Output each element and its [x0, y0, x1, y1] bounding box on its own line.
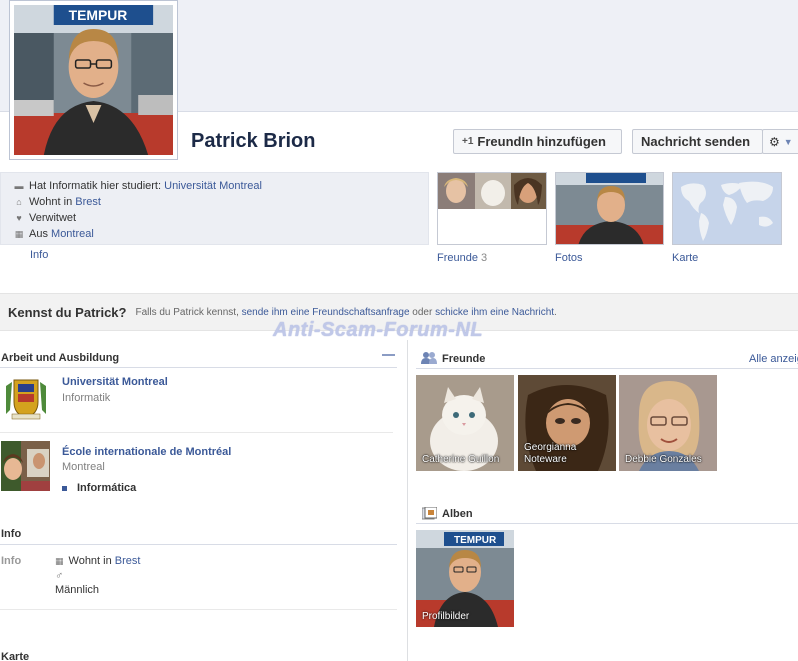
intro-box: ▬ Hat Informatik hier studiert: Universi…: [0, 172, 429, 245]
gender-text: Männlich: [55, 584, 100, 596]
know-question: Kennst du Patrick?: [8, 304, 127, 320]
graduation-cap-icon: ▬: [14, 181, 24, 191]
university-subtitle: Informatik: [62, 392, 111, 404]
add-friend-icon: +1: [462, 136, 474, 147]
friend-name-line1: Georgianna: [524, 442, 577, 453]
hometown-icon: ▦: [55, 555, 64, 566]
school-concentration: Informática: [62, 482, 136, 494]
hometown-icon: ▦: [14, 229, 24, 239]
add-friend-label: FreundIn hinzufügen: [477, 134, 606, 149]
school-title[interactable]: École internationale de Montréal: [62, 446, 231, 458]
add-friend-button[interactable]: +1 FreundIn hinzufügen: [453, 129, 622, 154]
profile-name: Patrick Brion: [191, 130, 316, 152]
info-bottom-divider: [0, 609, 397, 610]
watermark: Anti-Scam-Forum-NL: [273, 319, 484, 341]
map-thumbnail[interactable]: [672, 172, 782, 245]
concentration-text: Informática: [77, 482, 137, 494]
school-logo[interactable]: [1, 441, 50, 491]
photos-thumbnail[interactable]: [555, 172, 664, 245]
info-link[interactable]: Info: [30, 249, 48, 261]
info-lives: ▦ Wohnt in Brest: [55, 555, 140, 567]
map-heading: Karte: [1, 651, 30, 661]
friend-name: Georgianna Noteware: [524, 442, 576, 466]
friend-tile[interactable]: Catherine Guillon: [416, 375, 514, 471]
info-city-link[interactable]: Brest: [115, 555, 141, 567]
school-photo: [1, 441, 50, 491]
send-message-button[interactable]: Nachricht senden: [632, 129, 763, 154]
albums-divider: [416, 523, 798, 524]
collapse-icon[interactable]: [382, 354, 395, 356]
know-text: Falls du Patrick kennst, sende ihm eine …: [135, 307, 556, 318]
relationship-text: Verwitwet: [29, 212, 77, 224]
intro-lives-text: Wohnt in: [29, 196, 73, 208]
profile-picture[interactable]: TEMPUR: [9, 0, 178, 160]
intro-from-text: Aus: [29, 228, 48, 240]
friends-icon: [421, 351, 437, 364]
friends-collage: [438, 173, 546, 244]
university-logo[interactable]: [2, 374, 50, 422]
know-text-part-2: oder: [412, 306, 433, 318]
see-all-friends-link[interactable]: Alle anzeig: [749, 353, 798, 365]
albums-icon: [421, 506, 438, 520]
friend-name: Catherine Guillon: [422, 454, 500, 465]
university-link[interactable]: Universität Montreal: [164, 178, 262, 194]
settings-dropdown-button[interactable]: ⚙ ▼: [762, 129, 798, 154]
friends-heading: Freunde: [442, 353, 486, 365]
city-link[interactable]: Brest: [75, 194, 101, 210]
send-message-label: Nachricht senden: [641, 134, 751, 149]
friend-tile[interactable]: Debbie Gonzales: [619, 375, 717, 471]
info-lives-text: Wohnt in: [68, 555, 112, 567]
cover-brand-text: TEMPUR: [69, 7, 128, 23]
album-brand-text: TEMPUR: [454, 535, 497, 546]
friend-name-line2: Noteware: [524, 454, 567, 465]
work-education-heading: Arbeit und Ausbildung: [1, 352, 120, 364]
home-icon: ⌂: [16, 197, 22, 207]
male-icon: ♂: [55, 570, 64, 582]
album-name: Profilbilder: [422, 611, 470, 622]
world-map-preview: [673, 173, 781, 244]
intro-from: ▦ Aus Montreal: [14, 226, 428, 242]
gear-icon: ⚙: [769, 134, 780, 149]
hometown-link[interactable]: Montreal: [51, 226, 94, 242]
map-caption[interactable]: Karte: [672, 252, 698, 264]
friend-tile[interactable]: Georgianna Noteware: [518, 375, 616, 471]
friends-caption[interactable]: Freunde 3: [437, 252, 487, 264]
friends-count: 3: [481, 252, 488, 264]
column-divider: [407, 340, 408, 661]
intro-studied: ▬ Hat Informatik hier studiert: Universi…: [14, 178, 428, 194]
know-text-part-3: .: [554, 306, 557, 318]
university-title[interactable]: Universität Montreal: [62, 376, 168, 388]
profile-photo: TEMPUR: [14, 5, 173, 155]
friends-caption-label: Freunde: [437, 252, 478, 264]
entry-divider: [0, 432, 393, 433]
friend-request-link[interactable]: sende ihm eine Freundschaftsanfrage: [242, 307, 410, 318]
school-subtitle: Montreal: [62, 461, 105, 473]
intro-lives: ⌂ Wohnt in Brest: [14, 194, 428, 210]
friends-divider: [416, 368, 798, 369]
friends-icon-graphic: [421, 352, 437, 364]
album-tile[interactable]: TEMPUR Profilbilder: [416, 530, 514, 627]
bullet-icon: [62, 485, 67, 491]
heart-icon: ♥: [16, 213, 22, 223]
friends-thumbnail[interactable]: [437, 172, 547, 245]
chevron-down-icon: ▼: [783, 136, 793, 147]
albums-heading: Alben: [442, 508, 473, 520]
info-divider: [0, 544, 397, 545]
albums-icon-graphic: [421, 506, 438, 520]
intro-relationship: ♥ Verwitwet: [14, 210, 428, 226]
info-heading: Info: [1, 528, 22, 540]
message-link[interactable]: schicke ihm eine Nachricht: [435, 307, 554, 318]
university-crest-icon: [2, 374, 50, 422]
photos-caption[interactable]: Fotos: [555, 252, 583, 264]
know-text-part-1: Falls du Patrick kennst,: [135, 306, 239, 318]
photos-preview: [556, 173, 663, 244]
friend-name: Debbie Gonzales: [625, 454, 702, 465]
info-label: Info: [1, 555, 22, 567]
intro-studied-text: Hat Informatik hier studiert:: [29, 180, 162, 192]
work-education-divider: [0, 367, 397, 368]
